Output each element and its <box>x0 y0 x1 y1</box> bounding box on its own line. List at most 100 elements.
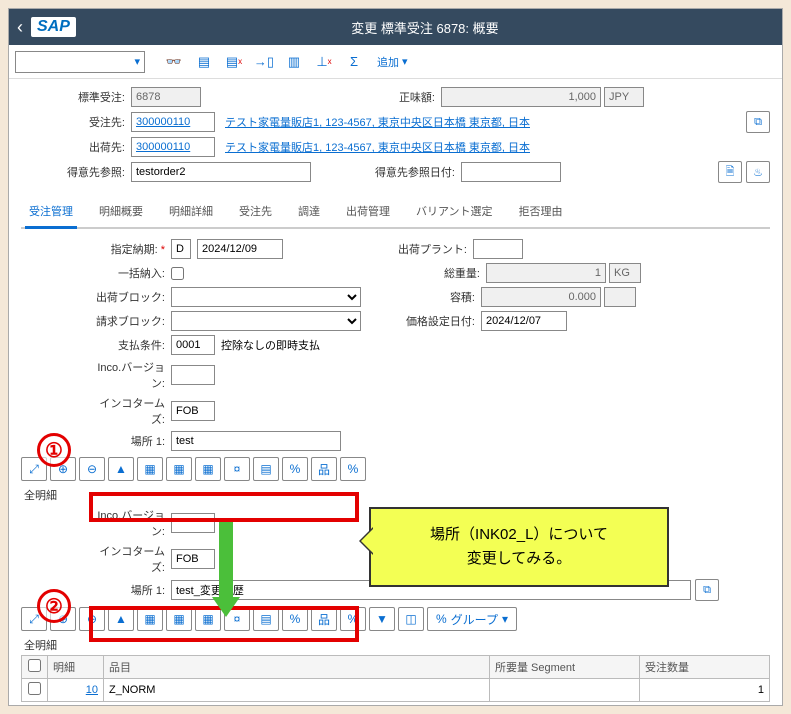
chevron-down-icon: ▾ <box>502 612 508 626</box>
segment-cell[interactable] <box>490 679 640 702</box>
dlvblk-select[interactable] <box>171 287 361 307</box>
prcdate-label: 価格設定日付: <box>401 313 481 329</box>
grid-icon-2[interactable]: ▦ <box>137 607 163 631</box>
incoterms-field[interactable] <box>171 401 215 421</box>
payterm-text: 控除なしの即時支払 <box>221 337 320 353</box>
netval-field <box>441 87 601 107</box>
shipto-field[interactable] <box>131 137 215 157</box>
tab-item-overview[interactable]: 明細概要 <box>95 197 147 227</box>
batch-icon-2[interactable]: ▤ <box>253 607 279 631</box>
list-icon[interactable]: ▥ <box>281 50 307 74</box>
grid2-icon[interactable]: ▦ <box>166 457 192 481</box>
plant-field[interactable] <box>473 239 523 259</box>
payterm-label: 支払条件: <box>91 337 171 353</box>
titlebar: ‹ SAP 変更 標準受注 6878: 概要 <box>9 9 782 45</box>
link2-icon[interactable]: % <box>340 457 366 481</box>
chart-icon[interactable]: ◫ <box>398 607 424 631</box>
link-icon[interactable]: % <box>282 457 308 481</box>
incov-field-2[interactable] <box>171 513 215 533</box>
allitems-label-1: 全明細 <box>24 487 770 503</box>
nav-up-icon[interactable]: ▲ <box>108 457 134 481</box>
reqdate-type-field[interactable] <box>171 239 191 259</box>
select-all-header[interactable] <box>22 656 48 679</box>
tab-variant[interactable]: バリアント選定 <box>412 197 497 227</box>
copy-icon[interactable]: ⧉ <box>746 111 770 133</box>
sap-logo: SAP <box>31 17 76 37</box>
col-segment[interactable]: 所要量 Segment <box>490 656 640 679</box>
layout-combo[interactable]: ▾ <box>15 51 145 73</box>
user-cancel-icon[interactable]: ⊥x <box>311 50 337 74</box>
line-link[interactable]: 10 <box>86 684 98 696</box>
tab-ship-mgmt[interactable]: 出荷管理 <box>342 197 394 227</box>
payterm-field[interactable] <box>171 335 215 355</box>
tab-order-mgmt[interactable]: 受注管理 <box>25 197 77 227</box>
incoterms-label-2: インコタームズ: <box>91 543 171 575</box>
annotation-callout: 場所（INK02_L）について 変更してみる。 <box>369 507 669 587</box>
sigma-icon[interactable]: Σ <box>341 50 367 74</box>
col-material[interactable]: 品目 <box>104 656 490 679</box>
select-all-checkbox[interactable] <box>28 659 41 672</box>
link2-icon-2[interactable]: % <box>340 607 366 631</box>
reqdate-field[interactable] <box>197 239 283 259</box>
grid2-icon-2[interactable]: ▦ <box>166 607 192 631</box>
delete-doc-icon[interactable]: ▤x <box>221 50 247 74</box>
custrefdate-field[interactable] <box>461 162 561 182</box>
annotation-arrow-stem <box>219 522 233 600</box>
material-cell[interactable]: Z_NORM <box>104 679 490 702</box>
del-row-icon-2[interactable]: ⊖ <box>79 607 105 631</box>
custrefdate-label: 得意先参照日付: <box>361 164 461 180</box>
gweight-label: 総重量: <box>406 265 486 281</box>
billblk-select[interactable] <box>171 311 361 331</box>
nav-up-icon-2[interactable]: ▲ <box>108 607 134 631</box>
tab-soldto[interactable]: 受注先 <box>235 197 276 227</box>
header-stamp-icon[interactable]: ♨ <box>746 161 770 183</box>
money-icon[interactable]: ¤ <box>224 457 250 481</box>
group-button[interactable]: %グループ▾ <box>427 607 517 631</box>
incoterms-field-2[interactable] <box>171 549 215 569</box>
custref-field[interactable] <box>131 162 311 182</box>
annotation-number-1: ① <box>37 433 71 467</box>
calendar-icon[interactable]: ▦ <box>195 457 221 481</box>
gweight-field <box>486 263 606 283</box>
import-icon[interactable]: →▯ <box>251 50 277 74</box>
soldto-field[interactable] <box>131 112 215 132</box>
order-label: 標準受注: <box>21 89 131 105</box>
down-icon[interactable]: ▼ <box>369 607 395 631</box>
col-qty[interactable]: 受注数量 <box>640 656 770 679</box>
loc1-field-a[interactable] <box>171 431 341 451</box>
soldto-label: 受注先: <box>21 114 131 130</box>
value-help-icon[interactable]: ⧉ <box>695 579 719 601</box>
grid-icon[interactable]: ▦ <box>137 457 163 481</box>
document-icon[interactable]: ▤ <box>191 50 217 74</box>
back-icon[interactable]: ‹ <box>17 17 23 38</box>
qty-cell[interactable]: 1 <box>640 679 770 702</box>
callout-line1: 場所（INK02_L）について <box>389 523 649 547</box>
incov-label: Inco.バージョン: <box>91 359 171 391</box>
incov-label-2: Inco.バージョン: <box>91 507 171 539</box>
annotation-number-2: ② <box>37 589 71 623</box>
reqdate-label: 指定納期: <box>91 241 171 257</box>
del-row-icon[interactable]: ⊖ <box>79 457 105 481</box>
link-icon-2[interactable]: % <box>282 607 308 631</box>
batch-icon[interactable]: ▤ <box>253 457 279 481</box>
incoterms-label: インコタームズ: <box>91 395 171 427</box>
row-checkbox[interactable] <box>28 682 41 695</box>
tab-procure[interactable]: 調達 <box>294 197 324 227</box>
add-menu[interactable]: 追加▾ <box>371 54 414 70</box>
incov-field[interactable] <box>171 365 215 385</box>
shipto-label: 出荷先: <box>21 139 131 155</box>
tab-reject[interactable]: 拒否理由 <box>515 197 567 227</box>
soldto-link[interactable]: テスト家電量販店1, 123-4567, 東京中央区日本橋 東京都, 日本 <box>225 114 530 130</box>
col-line[interactable]: 明細 <box>48 656 104 679</box>
tab-item-detail[interactable]: 明細詳細 <box>165 197 217 227</box>
netval-label: 正味額: <box>381 89 441 105</box>
table-row[interactable]: 10 Z_NORM 1 <box>22 679 770 702</box>
display-icon[interactable]: 👓 <box>161 50 187 74</box>
page-title: 変更 標準受注 6878: 概要 <box>76 18 774 37</box>
prcdate-field[interactable] <box>481 311 567 331</box>
compdlv-checkbox[interactable] <box>171 267 184 280</box>
shipto-link[interactable]: テスト家電量販店1, 123-4567, 東京中央区日本橋 東京都, 日本 <box>225 139 530 155</box>
header-doc-icon[interactable]: 🗎 <box>718 161 742 183</box>
org-icon[interactable]: 品 <box>311 457 337 481</box>
org-icon-2[interactable]: 品 <box>311 607 337 631</box>
